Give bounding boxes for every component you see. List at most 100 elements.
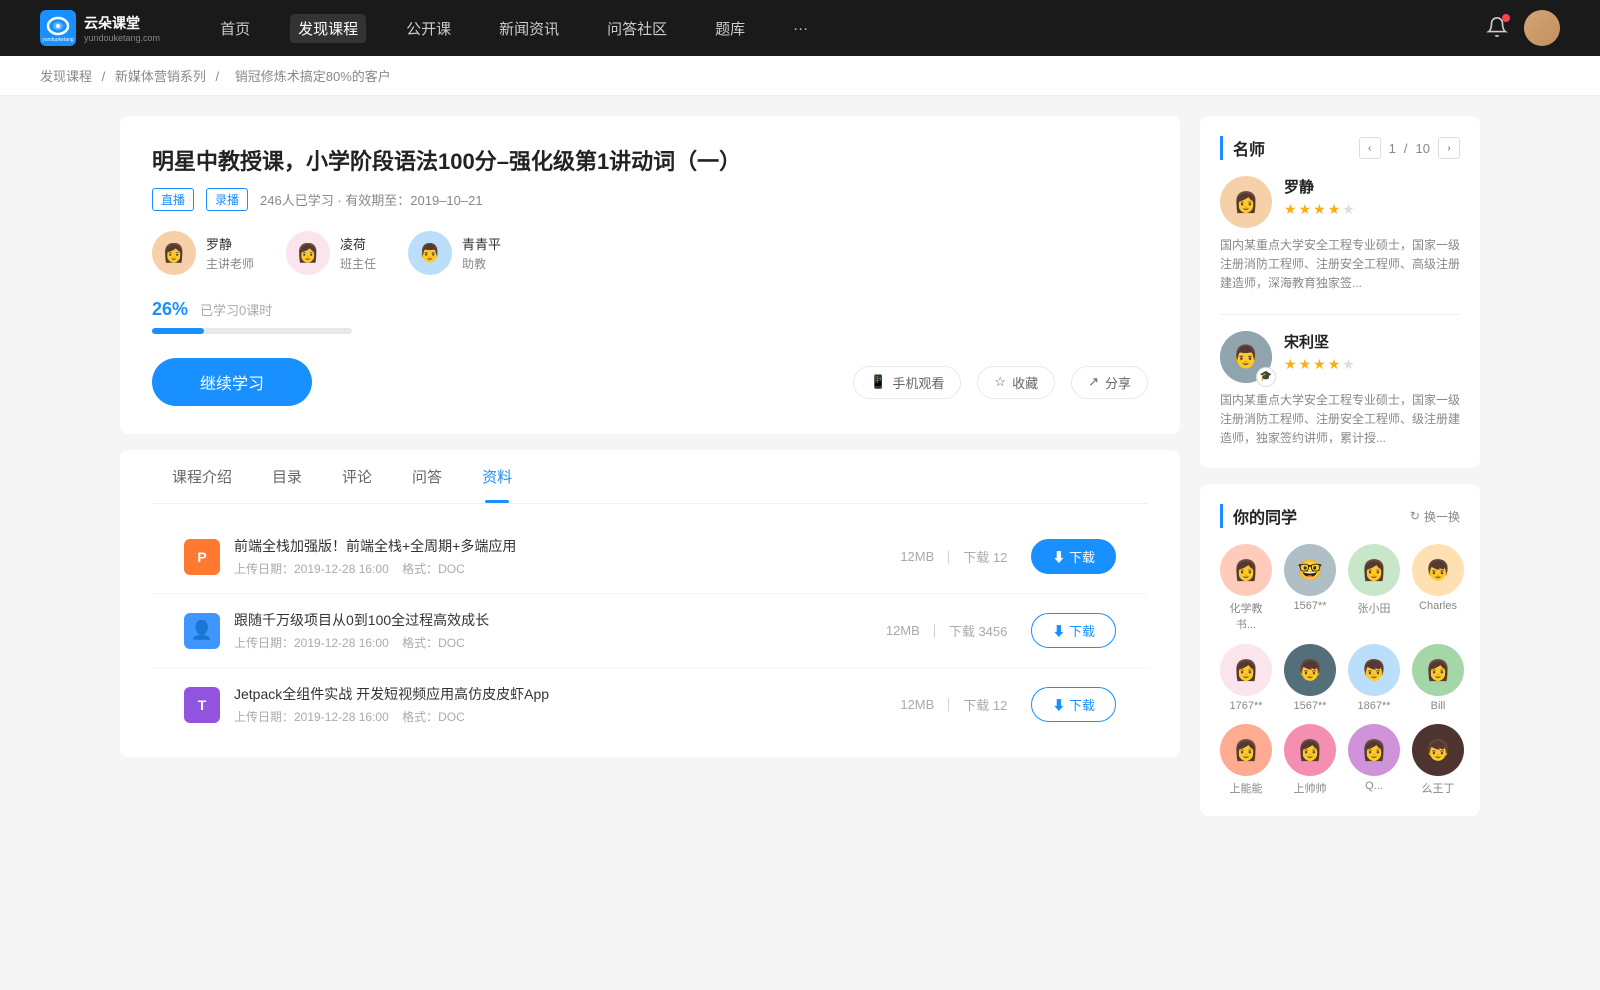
action-buttons: 📱 手机观看 ☆ 收藏 ↗ 分享: [853, 366, 1148, 399]
resource-info-0: 前端全栈加强版！前端全栈+全周期+多端应用 上传日期：2019-12-28 16…: [234, 536, 900, 577]
classmate-name-4: 1767**: [1229, 700, 1262, 712]
nav-item-qa[interactable]: 问答社区: [599, 14, 675, 43]
download-button-0[interactable]: ⬇ 下载: [1031, 539, 1116, 574]
refresh-icon: ↻: [1410, 509, 1420, 523]
course-stats: 246人已学习 · 有效期至：2019–10–21: [260, 190, 483, 209]
tab-resource[interactable]: 资料: [462, 450, 532, 503]
classmate-10: 👩 Q...: [1348, 724, 1400, 796]
classmate-avatar-2: 👩: [1348, 544, 1400, 596]
nav-item-more[interactable]: ···: [785, 16, 816, 41]
download-button-1[interactable]: ⬇ 下载: [1031, 613, 1116, 648]
tab-qa[interactable]: 问答: [392, 450, 462, 503]
tab-review[interactable]: 评论: [322, 450, 392, 503]
badge-record: 录播: [206, 188, 248, 211]
course-title: 明星中教授课，小学阶段语法100分–强化级第1讲动词（一）: [152, 144, 1148, 176]
resource-item-1: 👤 跟随千万级项目从0到100全过程高效成长 上传日期：2019-12-28 1…: [152, 594, 1148, 668]
classmate-1: 🤓 1567**: [1284, 544, 1336, 632]
teachers-header: 名师 ‹ 1 / 10 ›: [1220, 136, 1460, 160]
classmate-avatar-3: 👦: [1412, 544, 1464, 596]
teacher-item-1: 👨 🎓 宋利坚 ★ ★ ★ ★ ★ 国内某重点大学安全工: [1220, 331, 1460, 449]
logo-sub: yundouketang.com: [84, 33, 160, 43]
classmates-card: 你的同学 ↻ 换一换 👩 化学教书... 🤓 1567** 👩 张小田: [1200, 484, 1480, 816]
instructor-name-2: 青青平: [462, 234, 501, 253]
teacher-avatar-1: 👨 🎓: [1220, 331, 1272, 383]
notification-bell[interactable]: [1486, 16, 1508, 41]
page-current: 1: [1389, 141, 1396, 156]
badge-live: 直播: [152, 188, 194, 211]
instructor-name-0: 罗静: [206, 234, 254, 253]
resource-item-2: T Jetpack全组件实战 开发短视频应用高仿皮皮虾App 上传日期：2019…: [152, 668, 1148, 741]
classmate-avatar-6: 👦: [1348, 644, 1400, 696]
breadcrumb-current: 销冠修炼术搞定80%的客户: [235, 69, 391, 84]
resource-title-1: 跟随千万级项目从0到100全过程高效成长: [234, 610, 886, 630]
nav-right: [1486, 10, 1560, 46]
breadcrumb-link-series[interactable]: 新媒体营销系列: [115, 69, 206, 84]
logo-name: 云朵课堂: [84, 13, 160, 33]
resource-meta-0: 上传日期：2019-12-28 16:00 格式：DOC: [234, 560, 900, 577]
teachers-card: 名师 ‹ 1 / 10 › 👩 罗静 ★ ★: [1200, 116, 1480, 468]
breadcrumb-sep-1: /: [102, 69, 109, 84]
classmate-avatar-7: 👩: [1412, 644, 1464, 696]
instructor-1: 👩 凌荷 班主任: [286, 231, 376, 275]
resource-stats-1: 12MB ｜ 下载 3456: [886, 621, 1008, 640]
left-panel: 明星中教授课，小学阶段语法100分–强化级第1讲动词（一） 直播 录播 246人…: [120, 116, 1180, 832]
share-icon: ↗: [1088, 374, 1099, 390]
resource-item-0: P 前端全栈加强版！前端全栈+全周期+多端应用 上传日期：2019-12-28 …: [152, 520, 1148, 594]
user-avatar[interactable]: [1524, 10, 1560, 46]
classmate-name-8: 上能能: [1230, 780, 1263, 796]
page-prev-btn[interactable]: ‹: [1359, 137, 1381, 159]
page-total: 10: [1416, 141, 1430, 156]
resource-stats-2: 12MB ｜ 下载 12: [900, 695, 1007, 714]
instructor-avatar-1: 👩: [286, 231, 330, 275]
course-meta: 直播 录播 246人已学习 · 有效期至：2019–10–21: [152, 188, 1148, 211]
classmate-avatar-5: 👦: [1284, 644, 1336, 696]
classmates-grid: 👩 化学教书... 🤓 1567** 👩 张小田 👦 Charles 👩: [1220, 544, 1460, 796]
share-button[interactable]: ↗ 分享: [1071, 366, 1148, 399]
tab-intro[interactable]: 课程介绍: [152, 450, 252, 503]
tab-catalog[interactable]: 目录: [252, 450, 322, 503]
nav-item-open[interactable]: 公开课: [398, 14, 459, 43]
classmate-name-3: Charles: [1419, 600, 1457, 612]
nav-item-discover[interactable]: 发现课程: [290, 14, 366, 43]
classmate-name-10: Q...: [1365, 780, 1383, 792]
progress-section: 26% 已学习0课时: [152, 299, 1148, 334]
progress-bar-fill: [152, 328, 204, 334]
nav-item-home[interactable]: 首页: [212, 14, 258, 43]
continue-button[interactable]: 继续学习: [152, 358, 312, 406]
resource-meta-1: 上传日期：2019-12-28 16:00 格式：DOC: [234, 634, 886, 651]
classmate-8: 👩 上能能: [1220, 724, 1272, 796]
classmate-avatar-10: 👩: [1348, 724, 1400, 776]
classmate-name-6: 1867**: [1357, 700, 1390, 712]
page-next-btn[interactable]: ›: [1438, 137, 1460, 159]
nav-item-news[interactable]: 新闻资讯: [491, 14, 567, 43]
breadcrumb-sep-2: /: [216, 69, 223, 84]
notification-dot: [1502, 14, 1510, 22]
page-nav: ‹ 1 / 10 ›: [1359, 137, 1460, 159]
mobile-view-button[interactable]: 📱 手机观看: [853, 366, 961, 399]
instructor-2: 👨 青青平 助教: [408, 231, 501, 275]
instructors: 👩 罗静 主讲老师 👩 凌荷 班主任 👨 青青平: [152, 231, 1148, 275]
teacher-item-0: 👩 罗静 ★ ★ ★ ★ ★ 国内某重点大学安全工程专业硕士，国家一级注册消防工…: [1220, 176, 1460, 294]
resource-icon-1: 👤: [184, 613, 220, 649]
refresh-button[interactable]: ↻ 换一换: [1410, 508, 1460, 525]
classmate-7: 👩 Bill: [1412, 644, 1464, 712]
download-button-2[interactable]: ⬇ 下载: [1031, 687, 1116, 722]
resource-stats-0: 12MB ｜ 下载 12: [900, 547, 1007, 566]
classmate-6: 👦 1867**: [1348, 644, 1400, 712]
logo[interactable]: yunduoketang 云朵课堂 yundouketang.com: [40, 10, 160, 46]
nav-item-quiz[interactable]: 题库: [707, 14, 753, 43]
instructor-avatar-0: 👩: [152, 231, 196, 275]
teachers-title: 名师: [1220, 136, 1265, 160]
classmate-11: 👦 么王丁: [1412, 724, 1464, 796]
favorite-button[interactable]: ☆ 收藏: [977, 366, 1055, 399]
classmates-title: 你的同学: [1220, 504, 1297, 528]
classmate-name-0: 化学教书...: [1220, 600, 1272, 632]
breadcrumb-link-discover[interactable]: 发现课程: [40, 69, 92, 84]
classmate-0: 👩 化学教书...: [1220, 544, 1272, 632]
resource-meta-2: 上传日期：2019-12-28 16:00 格式：DOC: [234, 708, 900, 725]
classmate-name-7: Bill: [1431, 700, 1446, 712]
classmate-2: 👩 张小田: [1348, 544, 1400, 632]
progress-percent: 26%: [152, 299, 188, 320]
resource-list: P 前端全栈加强版！前端全栈+全周期+多端应用 上传日期：2019-12-28 …: [152, 504, 1148, 757]
classmate-name-9: 上帅帅: [1294, 780, 1327, 796]
